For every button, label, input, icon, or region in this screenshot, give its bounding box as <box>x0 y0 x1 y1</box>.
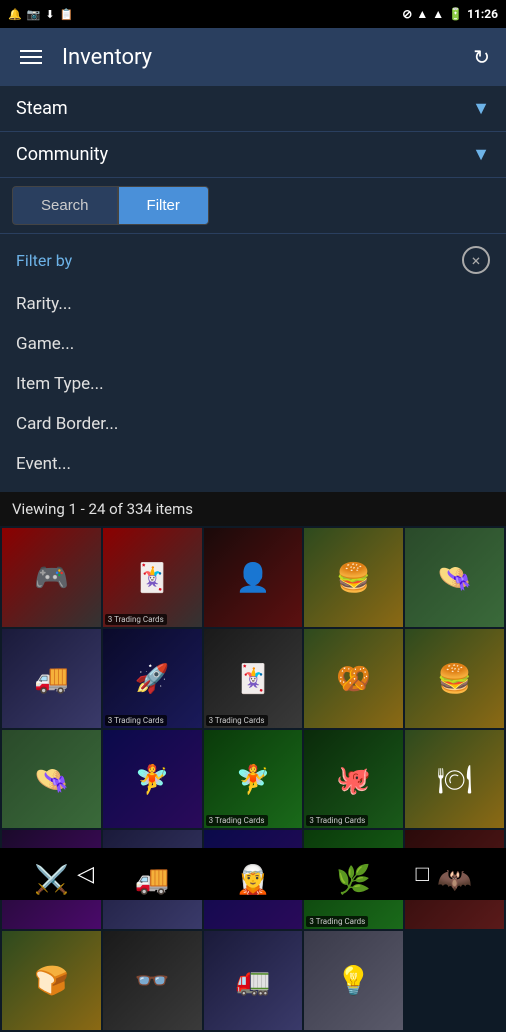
viewing-bar: Viewing 1 - 24 of 334 items <box>0 492 506 526</box>
filter-option-event[interactable]: Event... <box>16 444 490 484</box>
tab-bar: Search Filter <box>0 178 506 234</box>
download-icon: ⬇ <box>45 8 54 21</box>
platform-dropdown[interactable]: Steam ▼ <box>0 86 506 132</box>
filter-option-rarity[interactable]: Rarity... <box>16 284 490 324</box>
app-bar: Inventory ↻ <box>0 28 506 86</box>
inventory-item-13[interactable]: 🧚 3 Trading Cards <box>204 730 303 829</box>
item-badge: 3 Trading Cards <box>306 815 368 826</box>
clipboard-icon: 📋 <box>60 8 74 21</box>
filter-option-cardborder[interactable]: Card Border... <box>16 404 490 444</box>
item-inner: 👓 <box>103 931 202 1030</box>
category-arrow-icon: ▼ <box>472 144 490 165</box>
inventory-item-3[interactable]: 👤 <box>204 528 303 627</box>
item-inner: 🍔 <box>304 528 403 627</box>
item-inner: 🐙 3 Trading Cards <box>304 730 403 829</box>
item-inner: 👒 <box>405 528 504 627</box>
search-tab[interactable]: Search <box>12 186 118 225</box>
inventory-item-21[interactable]: 🍞 <box>2 931 101 1030</box>
item-inner: 🚀 3 Trading Cards <box>103 629 202 728</box>
wifi-icon: ▲ <box>416 7 428 21</box>
inventory-item-1[interactable]: 🎮 <box>2 528 101 627</box>
filter-header: Filter by × <box>16 246 490 274</box>
inventory-item-23[interactable]: 🚛 <box>204 931 303 1030</box>
item-inner: 🍞 <box>2 931 101 1030</box>
item-inner: 🧚 3 Trading Cards <box>204 730 303 829</box>
inventory-item-4[interactable]: 🍔 <box>304 528 403 627</box>
item-inner: 🚛 <box>204 931 303 1030</box>
item-badge: 3 Trading Cards <box>206 815 268 826</box>
item-badge: 3 Trading Cards <box>306 916 368 927</box>
inventory-item-5[interactable]: 👒 <box>405 528 504 627</box>
filter-section: Filter by × Rarity... Game... Item Type.… <box>0 234 506 492</box>
inventory-item-12[interactable]: 🧚 <box>103 730 202 829</box>
inventory-grid: 🎮 🃏 3 Trading Cards 👤 🍔 👒 <box>0 526 506 1032</box>
category-dropdown[interactable]: Community ▼ <box>0 132 506 178</box>
no-sim-icon: ⊘ <box>402 7 412 21</box>
filter-option-itemtype[interactable]: Item Type... <box>16 364 490 404</box>
status-bar: 🔔 📷 ⬇ 📋 ⊘ ▲ ▲ 🔋 11:26 <box>0 0 506 28</box>
item-inner: 👤 <box>204 528 303 627</box>
item-inner: 🚚 <box>2 629 101 728</box>
item-inner: 🍔 <box>405 629 504 728</box>
inventory-item-7[interactable]: 🚀 3 Trading Cards <box>103 629 202 728</box>
item-inner: 🍽 <box>405 730 504 829</box>
inventory-item-15[interactable]: 🍽 <box>405 730 504 829</box>
inventory-item-22[interactable]: 👓 <box>103 931 202 1030</box>
item-badge: 3 Trading Cards <box>105 715 167 726</box>
app-title: Inventory <box>62 45 457 70</box>
platform-arrow-icon: ▼ <box>472 98 490 119</box>
platform-label: Steam <box>16 98 68 119</box>
inventory-item-10[interactable]: 🍔 <box>405 629 504 728</box>
viewing-count: Viewing 1 - 24 of 334 items <box>12 500 193 518</box>
signal-icon: ▲ <box>432 7 444 21</box>
filter-option-game[interactable]: Game... <box>16 324 490 364</box>
camera-icon: 📷 <box>27 8 41 21</box>
inventory-item-2[interactable]: 🃏 3 Trading Cards <box>103 528 202 627</box>
inventory-item-8[interactable]: 🃏 3 Trading Cards <box>204 629 303 728</box>
close-filter-button[interactable]: × <box>462 246 490 274</box>
item-badge: 3 Trading Cards <box>206 715 268 726</box>
inventory-item-11[interactable]: 👒 <box>2 730 101 829</box>
inventory-item-9[interactable]: 🥨 <box>304 629 403 728</box>
inventory-item-24[interactable]: 💡 <box>304 931 403 1030</box>
item-inner: 🃏 3 Trading Cards <box>103 528 202 627</box>
battery-icon: 🔋 <box>448 7 463 21</box>
item-inner: 💡 <box>304 931 403 1030</box>
status-icons-left: 🔔 📷 ⬇ 📋 <box>8 8 73 21</box>
item-inner: 👒 <box>2 730 101 829</box>
item-inner: 🥨 <box>304 629 403 728</box>
item-inner: 🧚 <box>103 730 202 829</box>
menu-button[interactable] <box>16 46 46 68</box>
item-badge: 3 Trading Cards <box>105 614 167 625</box>
filter-by-label: Filter by <box>16 251 72 270</box>
clock: 11:26 <box>467 7 498 21</box>
notification-icon: 🔔 <box>8 8 22 21</box>
status-icons-right: ⊘ ▲ ▲ 🔋 11:26 <box>402 7 498 21</box>
filter-tab[interactable]: Filter <box>118 186 209 225</box>
inventory-item-14[interactable]: 🐙 3 Trading Cards <box>304 730 403 829</box>
inventory-item-6[interactable]: 🚚 <box>2 629 101 728</box>
refresh-button[interactable]: ↻ <box>473 45 490 69</box>
category-label: Community <box>16 144 108 165</box>
item-inner: 🃏 3 Trading Cards <box>204 629 303 728</box>
item-inner: 🎮 <box>2 528 101 627</box>
